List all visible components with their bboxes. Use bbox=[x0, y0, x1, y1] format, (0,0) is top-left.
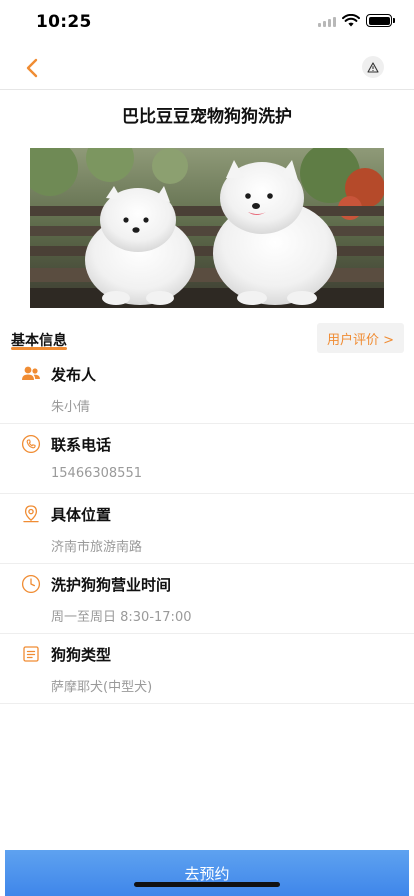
info-label: 洗护狗狗营业时间 bbox=[51, 576, 172, 594]
clock-icon bbox=[21, 574, 41, 594]
report-button[interactable] bbox=[362, 56, 384, 78]
info-label: 发布人 bbox=[51, 366, 97, 384]
info-value: 济南市旅游南路 bbox=[51, 540, 143, 555]
basic-info-header: 基本信息 用户评价 > bbox=[0, 322, 414, 354]
user-reviews-button[interactable]: 用户评价 > bbox=[316, 323, 404, 353]
shop-photo bbox=[30, 148, 384, 308]
info-value: 朱小倩 bbox=[51, 400, 91, 415]
chevron-left-icon bbox=[26, 58, 38, 78]
back-button[interactable] bbox=[20, 56, 44, 80]
info-value: 周一至周日 8:30-17:00 bbox=[51, 610, 192, 625]
info-value: 15466308551 bbox=[51, 466, 142, 481]
info-label: 联系电话 bbox=[51, 436, 112, 454]
people-icon bbox=[22, 366, 40, 380]
info-list: 发布人 朱小倩 联系电话 15466308551 具体位置 济南市旅游南路 洗护… bbox=[0, 354, 414, 704]
info-row-location: 具体位置 济南市旅游南路 bbox=[0, 494, 414, 564]
book-appointment-button[interactable]: 去预约 bbox=[5, 850, 409, 896]
info-row-dog-type: 狗狗类型 萨摩耶犬(中型犬) bbox=[0, 634, 414, 704]
location-pin-icon bbox=[23, 505, 39, 523]
nav-bar bbox=[0, 46, 414, 90]
info-row-phone[interactable]: 联系电话 15466308551 bbox=[0, 424, 414, 494]
phone-icon bbox=[21, 434, 41, 454]
info-row-hours: 洗护狗狗营业时间 周一至周日 8:30-17:00 bbox=[0, 564, 414, 634]
section-underline bbox=[11, 347, 67, 350]
info-label: 狗狗类型 bbox=[51, 646, 112, 664]
list-icon bbox=[23, 646, 39, 662]
battery-icon bbox=[366, 14, 395, 27]
warning-icon bbox=[367, 61, 379, 73]
info-value: 萨摩耶犬(中型犬) bbox=[51, 680, 153, 695]
status-bar: 10:25 bbox=[0, 0, 414, 46]
status-time: 10:25 bbox=[36, 12, 92, 32]
home-indicator bbox=[134, 882, 280, 887]
signal-icon bbox=[318, 15, 336, 27]
info-label: 具体位置 bbox=[51, 506, 112, 524]
page-title: 巴比豆豆宠物狗狗洗护 bbox=[122, 107, 292, 127]
info-row-publisher: 发布人 朱小倩 bbox=[0, 354, 414, 424]
status-icons bbox=[318, 14, 395, 27]
wifi-icon bbox=[342, 14, 360, 27]
